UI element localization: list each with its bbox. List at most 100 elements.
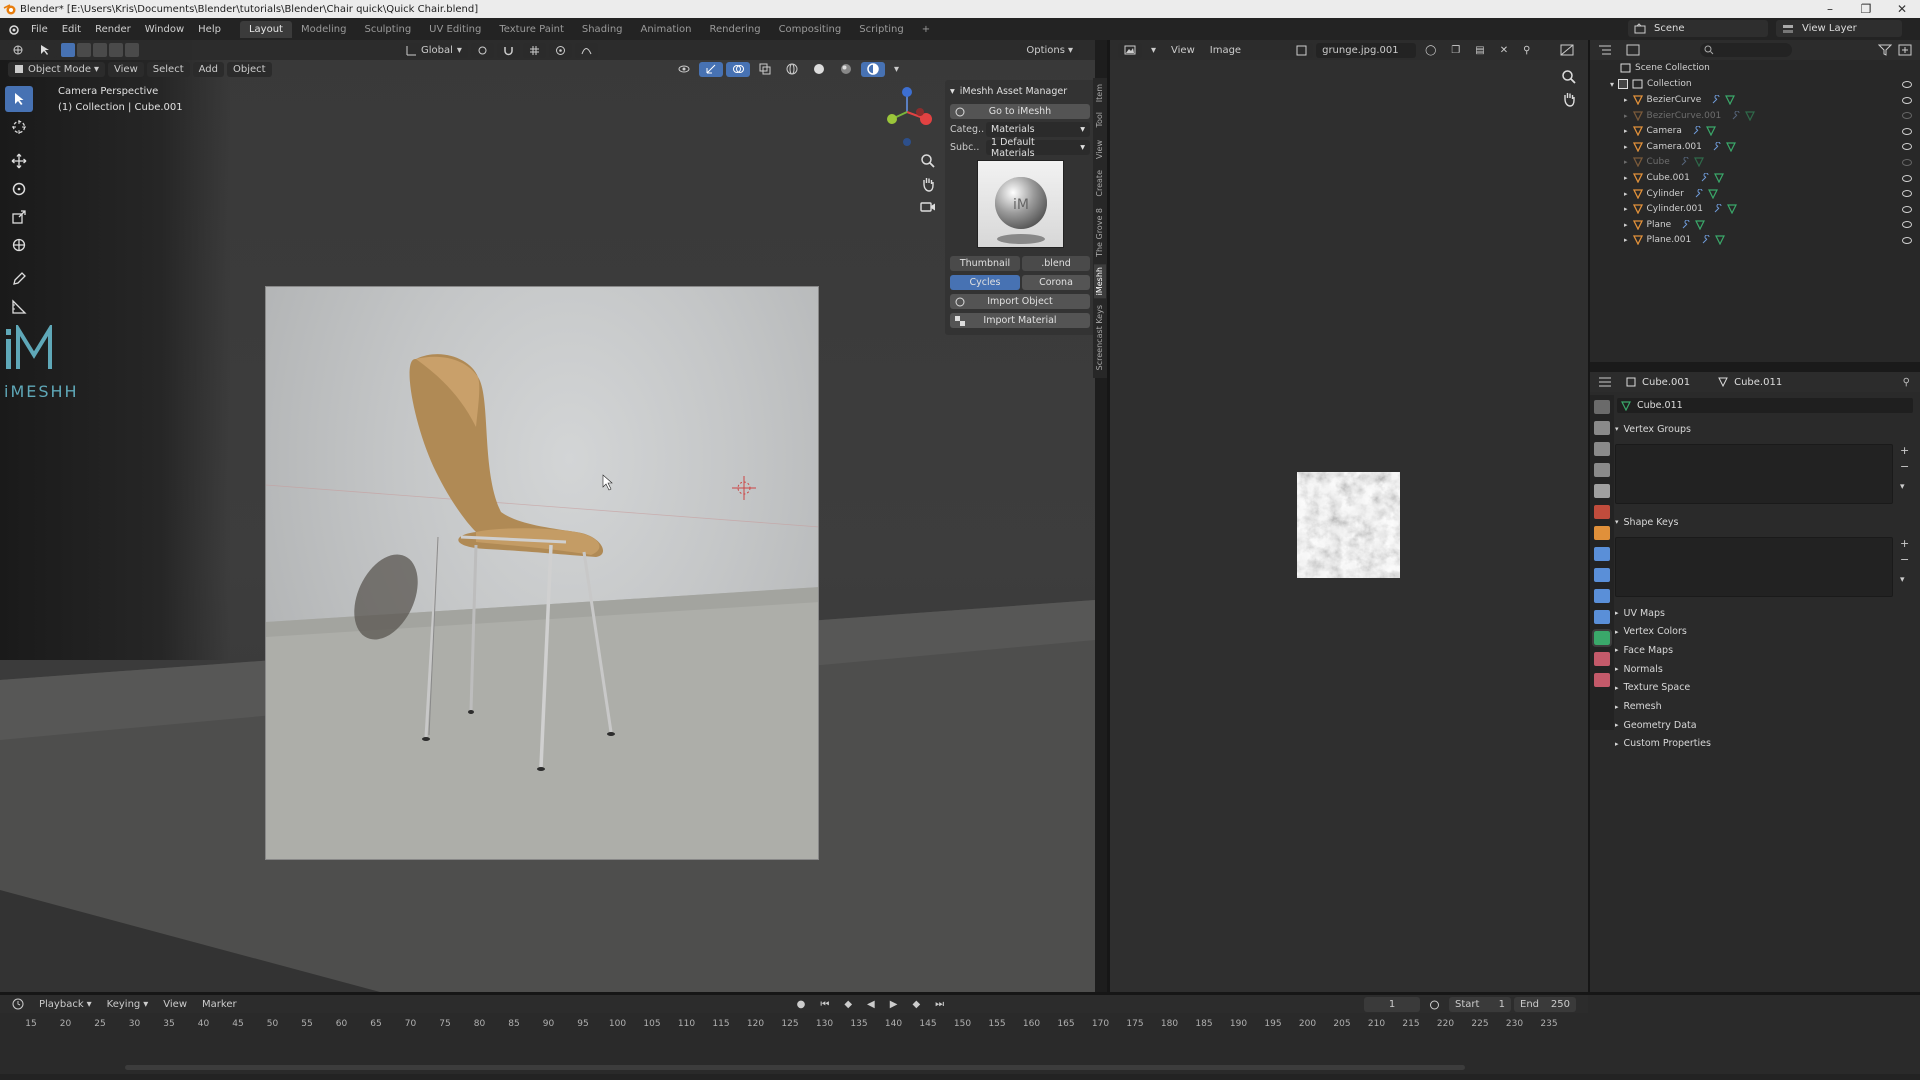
select-mode-extend-icon[interactable] xyxy=(77,43,91,57)
menu-view[interactable]: View xyxy=(108,61,144,77)
visibility-eye-icon[interactable] xyxy=(1902,112,1912,120)
add-workspace-button[interactable]: + xyxy=(913,21,939,38)
section-vertex-groups[interactable]: ▾ Vertex Groups xyxy=(1615,420,1915,438)
gizmo-toggle[interactable] xyxy=(698,61,723,77)
options-dropdown[interactable]: Options ▾ xyxy=(1020,42,1079,58)
tab-modeling[interactable]: Modeling xyxy=(292,21,356,38)
end-frame-field[interactable]: End 250 xyxy=(1514,996,1576,1012)
select-mode-new-icon[interactable] xyxy=(61,43,75,57)
tab-item[interactable]: Item xyxy=(1095,84,1107,102)
select-tool[interactable] xyxy=(5,86,33,112)
outliner-item[interactable]: ▸ Cylinder.001 xyxy=(1590,201,1920,217)
tab-compositing[interactable]: Compositing xyxy=(770,21,851,38)
object-tab-icon[interactable] xyxy=(1594,526,1610,540)
current-frame-field[interactable]: 1 xyxy=(1364,996,1420,1012)
fake-user-icon[interactable]: ◯ xyxy=(1419,43,1442,58)
timeline-editor-type-button[interactable] xyxy=(6,997,30,1012)
tab-imeshh[interactable]: iMeshh xyxy=(1094,264,1106,299)
remove-shape-key-button[interactable]: − xyxy=(1900,553,1909,566)
shading-material[interactable] xyxy=(834,62,858,77)
select-box-tool[interactable] xyxy=(33,42,57,58)
visibility-eye-icon[interactable] xyxy=(1902,96,1912,104)
visibility-eye-icon[interactable] xyxy=(1902,174,1912,182)
expand-arrow-icon[interactable]: ▸ xyxy=(1624,221,1628,229)
tab-sculpting[interactable]: Sculpting xyxy=(355,21,420,38)
tab-scripting[interactable]: Scripting xyxy=(850,21,912,38)
pivot-point-dropdown[interactable] xyxy=(470,42,494,58)
material-thumbnail[interactable]: iM xyxy=(977,160,1064,248)
vertex-group-menu-button[interactable]: ▾ xyxy=(1900,482,1905,492)
imeshh-panel-header[interactable]: ▾ iMeshh Asset Manager xyxy=(950,84,1090,99)
overlays-toggle[interactable] xyxy=(725,61,750,77)
tab-shading[interactable]: Shading xyxy=(573,21,632,38)
property-section[interactable]: ▸ UV Maps xyxy=(1615,604,1915,622)
tab-animation[interactable]: Animation xyxy=(632,21,701,38)
outliner-item[interactable]: ▸ Plane.001 xyxy=(1590,232,1920,248)
menu-edit[interactable]: Edit xyxy=(55,24,88,35)
snap-target-dropdown[interactable] xyxy=(522,42,546,58)
jump-to-start-button[interactable]: ⏮ xyxy=(814,997,835,1012)
minimize-button[interactable]: – xyxy=(1812,2,1848,16)
tab-layout[interactable]: Layout xyxy=(239,20,292,38)
menu-playback[interactable]: Playback ▾ xyxy=(33,997,98,1012)
object-mode-dropdown[interactable]: Object Mode ▾ xyxy=(8,61,106,77)
image-browse-button[interactable] xyxy=(1290,42,1314,58)
proportional-falloff-dropdown[interactable] xyxy=(574,42,598,58)
unlink-image-icon[interactable]: ✕ xyxy=(1494,43,1514,58)
timeline-menu-view[interactable]: View xyxy=(157,997,193,1012)
outliner-scene-collection[interactable]: Scene Collection xyxy=(1590,60,1920,76)
shape-key-menu-button[interactable]: ▾ xyxy=(1900,575,1905,585)
image-editor-menu-image[interactable]: Image xyxy=(1204,43,1247,58)
go-to-imeshh-button[interactable]: Go to iMeshh xyxy=(950,104,1090,119)
blend-button[interactable]: .blend xyxy=(1022,256,1090,271)
property-section[interactable]: ▸ Remesh xyxy=(1615,698,1915,716)
expand-arrow-icon[interactable]: ▸ xyxy=(1624,205,1628,213)
visibility-eye-icon[interactable] xyxy=(1902,80,1912,88)
properties-editor-icon[interactable] xyxy=(1598,376,1612,388)
expand-arrow-icon[interactable]: ▸ xyxy=(1624,143,1628,151)
expand-arrow-icon[interactable]: ▸ xyxy=(1624,174,1628,182)
mesh-datablock-field[interactable]: Cube.011 xyxy=(1617,398,1913,413)
vertex-groups-list[interactable] xyxy=(1615,444,1893,504)
tab-the-grove[interactable]: The Grove 8 xyxy=(1095,208,1107,257)
menu-add[interactable]: Add xyxy=(192,61,224,77)
expand-arrow-icon[interactable]: ▸ xyxy=(1624,127,1628,135)
visibility-eye-icon[interactable] xyxy=(1902,221,1912,229)
start-frame-field[interactable]: Start 1 xyxy=(1449,996,1511,1012)
output-tab-icon[interactable] xyxy=(1594,442,1610,456)
view-layer-tab-icon[interactable] xyxy=(1594,463,1610,477)
pan-hand-icon[interactable] xyxy=(919,175,937,193)
play-button[interactable]: ▶ xyxy=(884,997,904,1012)
scale-tool[interactable] xyxy=(5,204,33,230)
restore-button[interactable]: ❐ xyxy=(1848,2,1884,16)
transform-tool[interactable] xyxy=(5,232,33,258)
outliner-item[interactable]: ▸ Plane xyxy=(1590,217,1920,233)
import-material-button[interactable]: Import Material xyxy=(950,313,1090,328)
texture-tab-icon[interactable] xyxy=(1594,673,1610,687)
collection-checkbox[interactable] xyxy=(1618,79,1629,89)
outliner-item[interactable]: ▸ BezierCurve.001 xyxy=(1590,108,1920,124)
material-tab-icon[interactable] xyxy=(1594,652,1610,666)
outliner-item[interactable]: ▸ Cube xyxy=(1590,154,1920,170)
image-editor-type-button[interactable] xyxy=(1118,42,1142,58)
image-editor-menu-view[interactable]: View xyxy=(1165,43,1201,58)
cycles-button[interactable]: Cycles xyxy=(950,275,1020,290)
jump-to-keyframe-next-button[interactable]: ◆ xyxy=(906,997,926,1012)
mesh-data-tab-icon[interactable] xyxy=(1592,629,1612,647)
add-vertex-group-button[interactable]: + xyxy=(1900,444,1909,457)
image-pan-hand-icon[interactable] xyxy=(1560,90,1578,108)
tab-texture-paint[interactable]: Texture Paint xyxy=(490,21,573,38)
visibility-eye-icon[interactable] xyxy=(1902,236,1912,244)
menu-keying[interactable]: Keying ▾ xyxy=(101,997,155,1012)
timeline-scrollbar[interactable] xyxy=(125,1065,1465,1070)
image-zoom-icon[interactable] xyxy=(1560,68,1578,86)
scene-tab-icon[interactable] xyxy=(1594,484,1610,498)
property-section[interactable]: ▸ Texture Space xyxy=(1615,679,1915,697)
shading-rendered[interactable] xyxy=(860,61,885,77)
outliner-item[interactable]: ▸ BezierCurve xyxy=(1590,92,1920,108)
outliner-item[interactable]: ▸ Cylinder xyxy=(1590,186,1920,202)
select-mode-subtract-icon[interactable] xyxy=(93,43,107,57)
scene-selector[interactable]: Scene xyxy=(1628,20,1768,37)
expand-arrow-icon[interactable]: ▸ xyxy=(1624,158,1628,166)
proportional-edit-toggle[interactable] xyxy=(548,42,572,58)
